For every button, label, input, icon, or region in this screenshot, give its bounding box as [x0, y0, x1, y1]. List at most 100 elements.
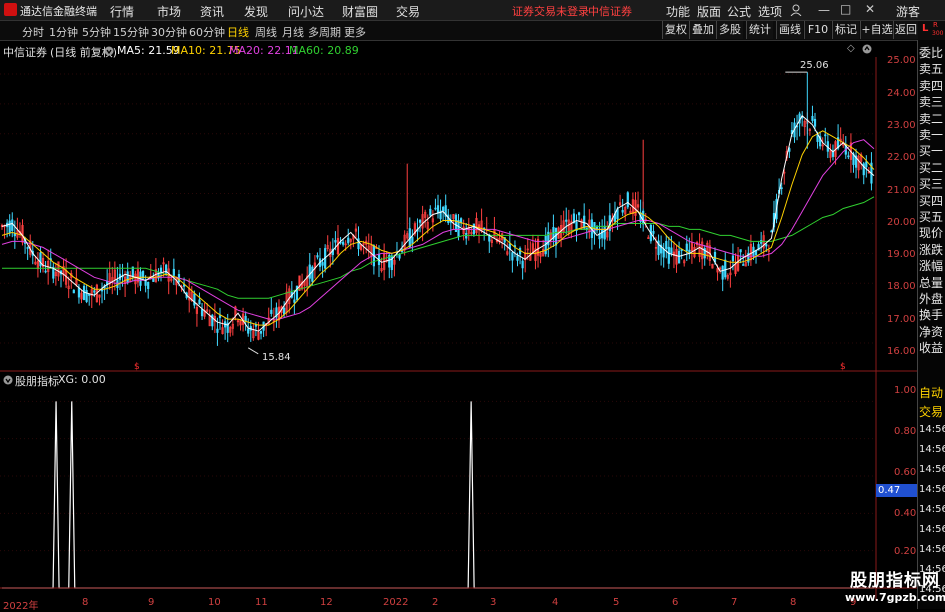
ind-y-tick: 1.00 [894, 385, 917, 396]
panel-label-14: 总量 [919, 275, 944, 290]
x-tick: 2 [432, 597, 439, 608]
maximize-icon[interactable]: □ [840, 2, 851, 16]
tool-fuquan[interactable]: 复权 [662, 21, 689, 39]
indicator-xg-value: XG: 0.00 [58, 373, 106, 386]
period-5min[interactable]: 5分钟 [82, 24, 111, 40]
candle-body [742, 264, 745, 266]
menu-xuanxiang[interactable]: 选项 [758, 3, 782, 20]
candle-body [39, 252, 42, 267]
candle-body [521, 260, 524, 269]
panel-corner-r[interactable]: R [933, 21, 938, 29]
panel-label-3: 卖三 [919, 95, 944, 110]
panel-label-9: 买四 [919, 193, 944, 208]
candle-body [688, 249, 691, 253]
x-tick: 9 [148, 597, 155, 608]
period-30min[interactable]: 30分钟 [151, 24, 187, 40]
panel-label-16: 换手 [919, 308, 944, 323]
y-tick: 21.00 [887, 185, 916, 196]
candle-body [554, 227, 558, 246]
low-marker [247, 347, 259, 355]
candle-body [100, 289, 104, 292]
tool-back[interactable]: 返回 [893, 21, 918, 39]
tool-huaxian[interactable]: 画线 [776, 21, 803, 39]
y-tick: 23.00 [887, 120, 916, 131]
candle-body [577, 212, 581, 216]
trade-login-notice[interactable]: 证券交易未登录 [512, 3, 589, 19]
period-60min[interactable]: 60分钟 [189, 24, 225, 40]
x-tick: 8 [790, 597, 797, 608]
tool-tongji[interactable]: 统计 [746, 21, 773, 39]
menu-zixun[interactable]: 资讯 [200, 3, 224, 20]
candle-body [685, 243, 688, 252]
candle-body [398, 254, 401, 259]
broker-name[interactable]: 中信证券 [588, 3, 632, 19]
menu-banmian[interactable]: 版面 [697, 3, 721, 20]
candle-body [172, 268, 175, 276]
candle-body [82, 285, 86, 301]
period-15min[interactable]: 15分钟 [113, 24, 149, 40]
candle-body [77, 287, 81, 298]
panel-label-12: 涨跌 [919, 242, 944, 257]
indicator-name[interactable]: 股朋指标 [15, 373, 59, 389]
candle-body [652, 231, 655, 234]
candle-body [665, 241, 668, 249]
ind-y-tick: 0.40 [894, 508, 917, 519]
menu-gongneng[interactable]: 功能 [666, 3, 690, 20]
tool-biaoji[interactable]: 标记 [832, 21, 859, 39]
period-multi[interactable]: 多周期 [308, 24, 341, 40]
xg-line [2, 401, 874, 589]
app-logo-icon [4, 3, 17, 16]
trade-label[interactable]: 交易 [919, 403, 943, 420]
tool-add-watchlist[interactable]: +自选 [860, 21, 893, 39]
ind-y-tick: 0.60 [894, 467, 917, 478]
user-icon[interactable] [790, 4, 802, 17]
panel-corner-l[interactable]: L [922, 23, 928, 34]
indicator-menu-icon[interactable] [3, 374, 13, 388]
guest-label[interactable]: 游客 [896, 3, 920, 20]
watermark-title: 股朋指标网 [850, 571, 940, 591]
candle-body [321, 262, 324, 266]
period-1min[interactable]: 1分钟 [49, 24, 78, 40]
candle-body [308, 264, 311, 279]
close-icon[interactable]: ✕ [865, 2, 875, 16]
y-tick: 22.00 [887, 152, 916, 163]
candle-body [198, 299, 201, 305]
auto-trade-toggle[interactable]: 自动 [919, 384, 943, 401]
y-tick: 24.00 [887, 88, 916, 99]
ma10-line [1, 130, 875, 326]
menu-wenxiaoda[interactable]: 问小达 [288, 3, 324, 20]
menu-caifuquan[interactable]: 财富圈 [342, 3, 378, 20]
period-weekly[interactable]: 周线 [255, 24, 277, 40]
panel-label-0: 委比 [919, 46, 944, 60]
menu-faxian[interactable]: 发现 [244, 3, 268, 20]
period-monthly[interactable]: 月线 [282, 24, 304, 40]
panel-label-8: 买三 [919, 177, 944, 192]
candle-body [216, 328, 219, 333]
panel-corner-300: 300 [932, 30, 944, 37]
watermark: 股朋指标网 www.7gpzb.com [845, 566, 945, 604]
candle-body [316, 255, 319, 258]
minimize-icon[interactable]: — [818, 3, 830, 17]
x-tick: 5 [613, 597, 620, 608]
tool-diejia[interactable]: 叠加 [689, 21, 716, 39]
tool-f10[interactable]: F10 [804, 21, 831, 39]
candle-body [411, 236, 414, 244]
panel-label-6: 买一 [919, 144, 944, 159]
candle-body [270, 309, 273, 314]
menu-jiaoyi[interactable]: 交易 [396, 3, 420, 20]
period-daily[interactable]: 日线 [227, 24, 249, 40]
x-tick: 7 [731, 597, 738, 608]
y-tick: 25.00 [887, 55, 916, 66]
menu-shichang[interactable]: 市场 [157, 3, 181, 20]
menu-hangqing[interactable]: 行情 [110, 3, 134, 20]
kline-chart[interactable]: $ $ [0, 40, 917, 609]
indicator-value-box: 0.47 [876, 484, 918, 497]
candle-body [418, 219, 422, 223]
period-more[interactable]: 更多 [344, 24, 366, 40]
candle-body [662, 248, 665, 258]
panel-label-18: 收益 [919, 341, 944, 356]
tool-duogu[interactable]: 多股 [716, 21, 743, 39]
candle-body [259, 330, 263, 334]
menu-gongshi[interactable]: 公式 [727, 3, 751, 20]
period-fenshi[interactable]: 分时 [22, 24, 44, 40]
